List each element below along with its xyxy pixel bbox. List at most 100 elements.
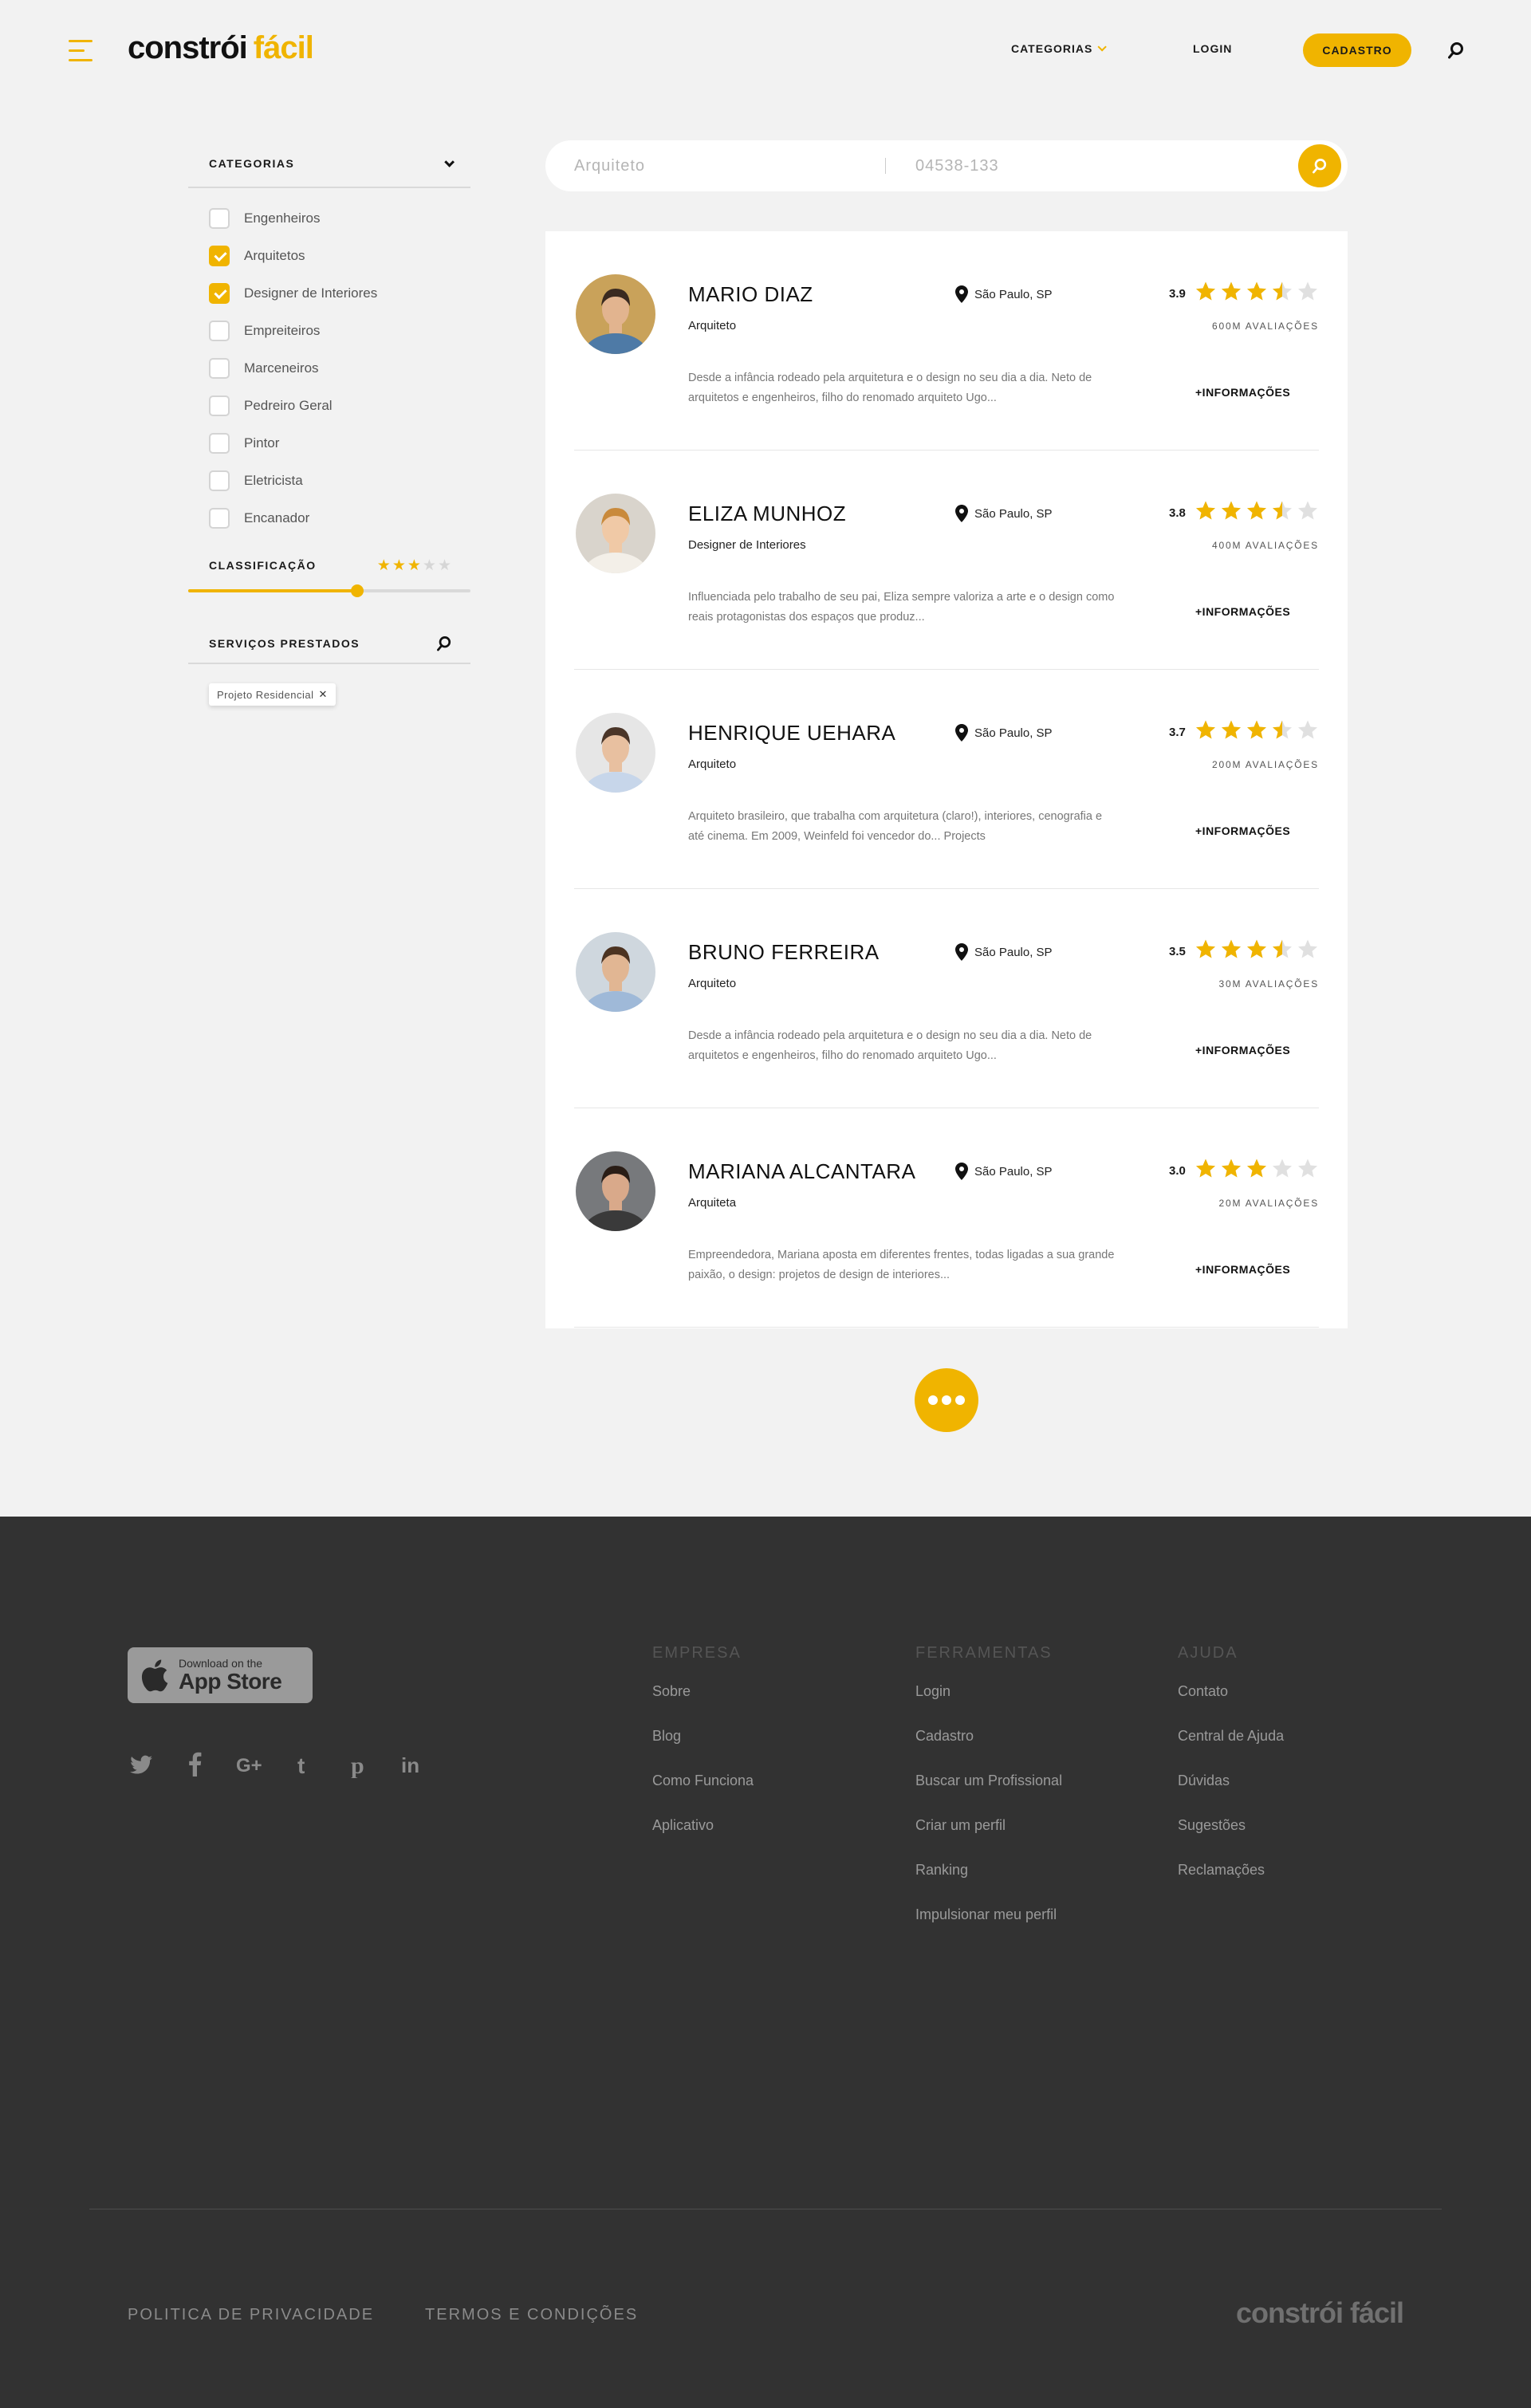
slider-handle[interactable] bbox=[351, 584, 364, 597]
professional-name[interactable]: MARIO DIAZ bbox=[688, 282, 813, 307]
star-icon bbox=[1246, 939, 1266, 958]
footer-link[interactable]: Dúvidas bbox=[1178, 1769, 1284, 1814]
pinterest-icon[interactable]: p bbox=[344, 1751, 372, 1778]
professional-name[interactable]: BRUNO FERREIRA bbox=[688, 940, 880, 965]
location-pin-icon bbox=[955, 1163, 968, 1180]
star-icon bbox=[1297, 1159, 1317, 1178]
footer-link[interactable]: Central de Ajuda bbox=[1178, 1725, 1284, 1769]
load-more-button[interactable] bbox=[915, 1368, 978, 1432]
cadastro-button[interactable]: CADASTRO bbox=[1303, 33, 1411, 67]
classificacao-stars: ★★★★★ bbox=[377, 557, 453, 575]
professional-rating: 3.9 bbox=[1169, 281, 1318, 301]
search-icon[interactable] bbox=[1448, 41, 1464, 59]
category-list: Engenheiros Arquitetos Designer de Interio… bbox=[188, 188, 470, 537]
footer-link[interactable]: Login bbox=[915, 1680, 1062, 1725]
apple-icon bbox=[141, 1659, 168, 1692]
review-count: 600M AVALIAÇÕES bbox=[1212, 321, 1319, 332]
avatar[interactable] bbox=[576, 494, 655, 573]
more-info-link[interactable]: +INFORMAÇÕES bbox=[1195, 386, 1290, 399]
category-checkbox[interactable] bbox=[209, 207, 230, 229]
footer-logo[interactable]: constrói fácil bbox=[1236, 2296, 1404, 2330]
category-item[interactable]: Pedreiro Geral bbox=[209, 387, 470, 424]
category-item[interactable]: Pintor bbox=[209, 424, 470, 462]
category-item[interactable]: Empreiteiros bbox=[209, 312, 470, 349]
privacy-policy-link[interactable]: POLITICA DE PRIVACIDADE bbox=[128, 2306, 374, 2324]
footer-link[interactable]: Sobre bbox=[652, 1680, 754, 1725]
category-checkbox[interactable] bbox=[209, 357, 230, 379]
servicos-header: SERVIÇOS PRESTADOS bbox=[188, 624, 470, 664]
app-store-button[interactable]: Download on the App Store bbox=[128, 1647, 313, 1703]
category-item[interactable]: Arquitetos bbox=[209, 237, 470, 274]
facebook-icon[interactable] bbox=[182, 1751, 209, 1778]
footer-link[interactable]: Ranking bbox=[915, 1859, 1062, 1903]
tumblr-icon[interactable]: t bbox=[290, 1751, 317, 1778]
star-icon bbox=[1297, 939, 1317, 958]
avatar[interactable] bbox=[576, 932, 655, 1012]
profession-search-input[interactable] bbox=[574, 140, 861, 191]
category-label: Eletricista bbox=[244, 472, 303, 488]
menu-icon[interactable] bbox=[69, 40, 92, 64]
footer-link[interactable]: Buscar um Profissional bbox=[915, 1769, 1062, 1814]
search-icon[interactable] bbox=[437, 635, 451, 651]
more-info-link[interactable]: +INFORMAÇÕES bbox=[1195, 605, 1290, 618]
star-icon bbox=[1221, 281, 1241, 301]
nav-login[interactable]: LOGIN bbox=[1193, 42, 1232, 55]
rating-value: 3.9 bbox=[1169, 286, 1186, 301]
star-icon bbox=[1246, 1159, 1266, 1178]
professional-name[interactable]: HENRIQUE UEHARA bbox=[688, 721, 895, 746]
category-checkbox[interactable] bbox=[209, 432, 230, 454]
category-checkbox[interactable] bbox=[209, 470, 230, 491]
search-button[interactable] bbox=[1298, 144, 1341, 187]
category-checkbox[interactable] bbox=[209, 245, 230, 266]
footer-link[interactable]: Impulsionar meu perfil bbox=[915, 1903, 1062, 1948]
close-icon[interactable]: ✕ bbox=[319, 688, 328, 701]
category-item[interactable]: Encanador bbox=[209, 499, 470, 537]
more-info-link[interactable]: +INFORMAÇÕES bbox=[1195, 1044, 1290, 1056]
chevron-down-icon[interactable] bbox=[444, 156, 455, 167]
linkedin-icon[interactable]: in bbox=[399, 1751, 426, 1778]
cep-input[interactable] bbox=[915, 140, 1202, 191]
classificacao-header: CLASSIFICAÇÃO ★★★★★ bbox=[188, 549, 470, 581]
social-links: G+ t p in bbox=[128, 1751, 426, 1778]
svg-text:in: in bbox=[401, 1753, 419, 1777]
category-item[interactable]: Designer de Interiores bbox=[209, 274, 470, 312]
footer-link[interactable]: Cadastro bbox=[915, 1725, 1062, 1769]
avatar[interactable] bbox=[576, 713, 655, 793]
footer-link[interactable]: Como Funciona bbox=[652, 1769, 754, 1814]
logo[interactable]: constrói fácil bbox=[128, 30, 314, 66]
svg-text:p: p bbox=[351, 1753, 364, 1778]
category-checkbox[interactable] bbox=[209, 395, 230, 416]
avatar[interactable] bbox=[576, 274, 655, 354]
more-info-link[interactable]: +INFORMAÇÕES bbox=[1195, 824, 1290, 837]
professional-name[interactable]: ELIZA MUNHOZ bbox=[688, 502, 846, 526]
footer-link[interactable]: Sugestões bbox=[1178, 1814, 1284, 1859]
category-item[interactable]: Engenheiros bbox=[209, 199, 470, 237]
professional-location: São Paulo, SP bbox=[955, 940, 1053, 964]
professional-role: Arquiteta bbox=[688, 1196, 737, 1210]
avatar[interactable] bbox=[576, 1151, 655, 1231]
footer-link[interactable]: Blog bbox=[652, 1725, 754, 1769]
location-pin-icon bbox=[955, 285, 968, 303]
google-plus-icon[interactable]: G+ bbox=[236, 1751, 263, 1778]
search-separator bbox=[885, 158, 886, 174]
star-icon bbox=[1195, 1159, 1215, 1178]
category-checkbox[interactable] bbox=[209, 282, 230, 304]
nav-categorias[interactable]: CATEGORIAS bbox=[1011, 42, 1108, 55]
footer-link[interactable]: Criar um perfil bbox=[915, 1814, 1062, 1859]
professional-role: Arquiteto bbox=[688, 319, 737, 332]
rating-slider[interactable] bbox=[188, 581, 470, 600]
category-item[interactable]: Marceneiros bbox=[209, 349, 470, 387]
more-info-link[interactable]: +INFORMAÇÕES bbox=[1195, 1263, 1290, 1276]
terms-link[interactable]: TERMOS E CONDIÇÕES bbox=[425, 2306, 638, 2324]
footer-link[interactable]: Contato bbox=[1178, 1680, 1284, 1725]
categorias-filter-header[interactable]: CATEGORIAS bbox=[188, 140, 470, 188]
category-checkbox[interactable] bbox=[209, 320, 230, 341]
twitter-icon[interactable] bbox=[128, 1751, 155, 1778]
professional-name[interactable]: MARIANA ALCANTARA bbox=[688, 1159, 915, 1184]
professional-location: São Paulo, SP bbox=[955, 282, 1053, 306]
category-checkbox[interactable] bbox=[209, 507, 230, 529]
footer-link[interactable]: Reclamações bbox=[1178, 1859, 1284, 1903]
category-item[interactable]: Eletricista bbox=[209, 462, 470, 499]
professional-role: Arquiteto bbox=[688, 977, 737, 990]
footer-link[interactable]: Aplicativo bbox=[652, 1814, 754, 1859]
